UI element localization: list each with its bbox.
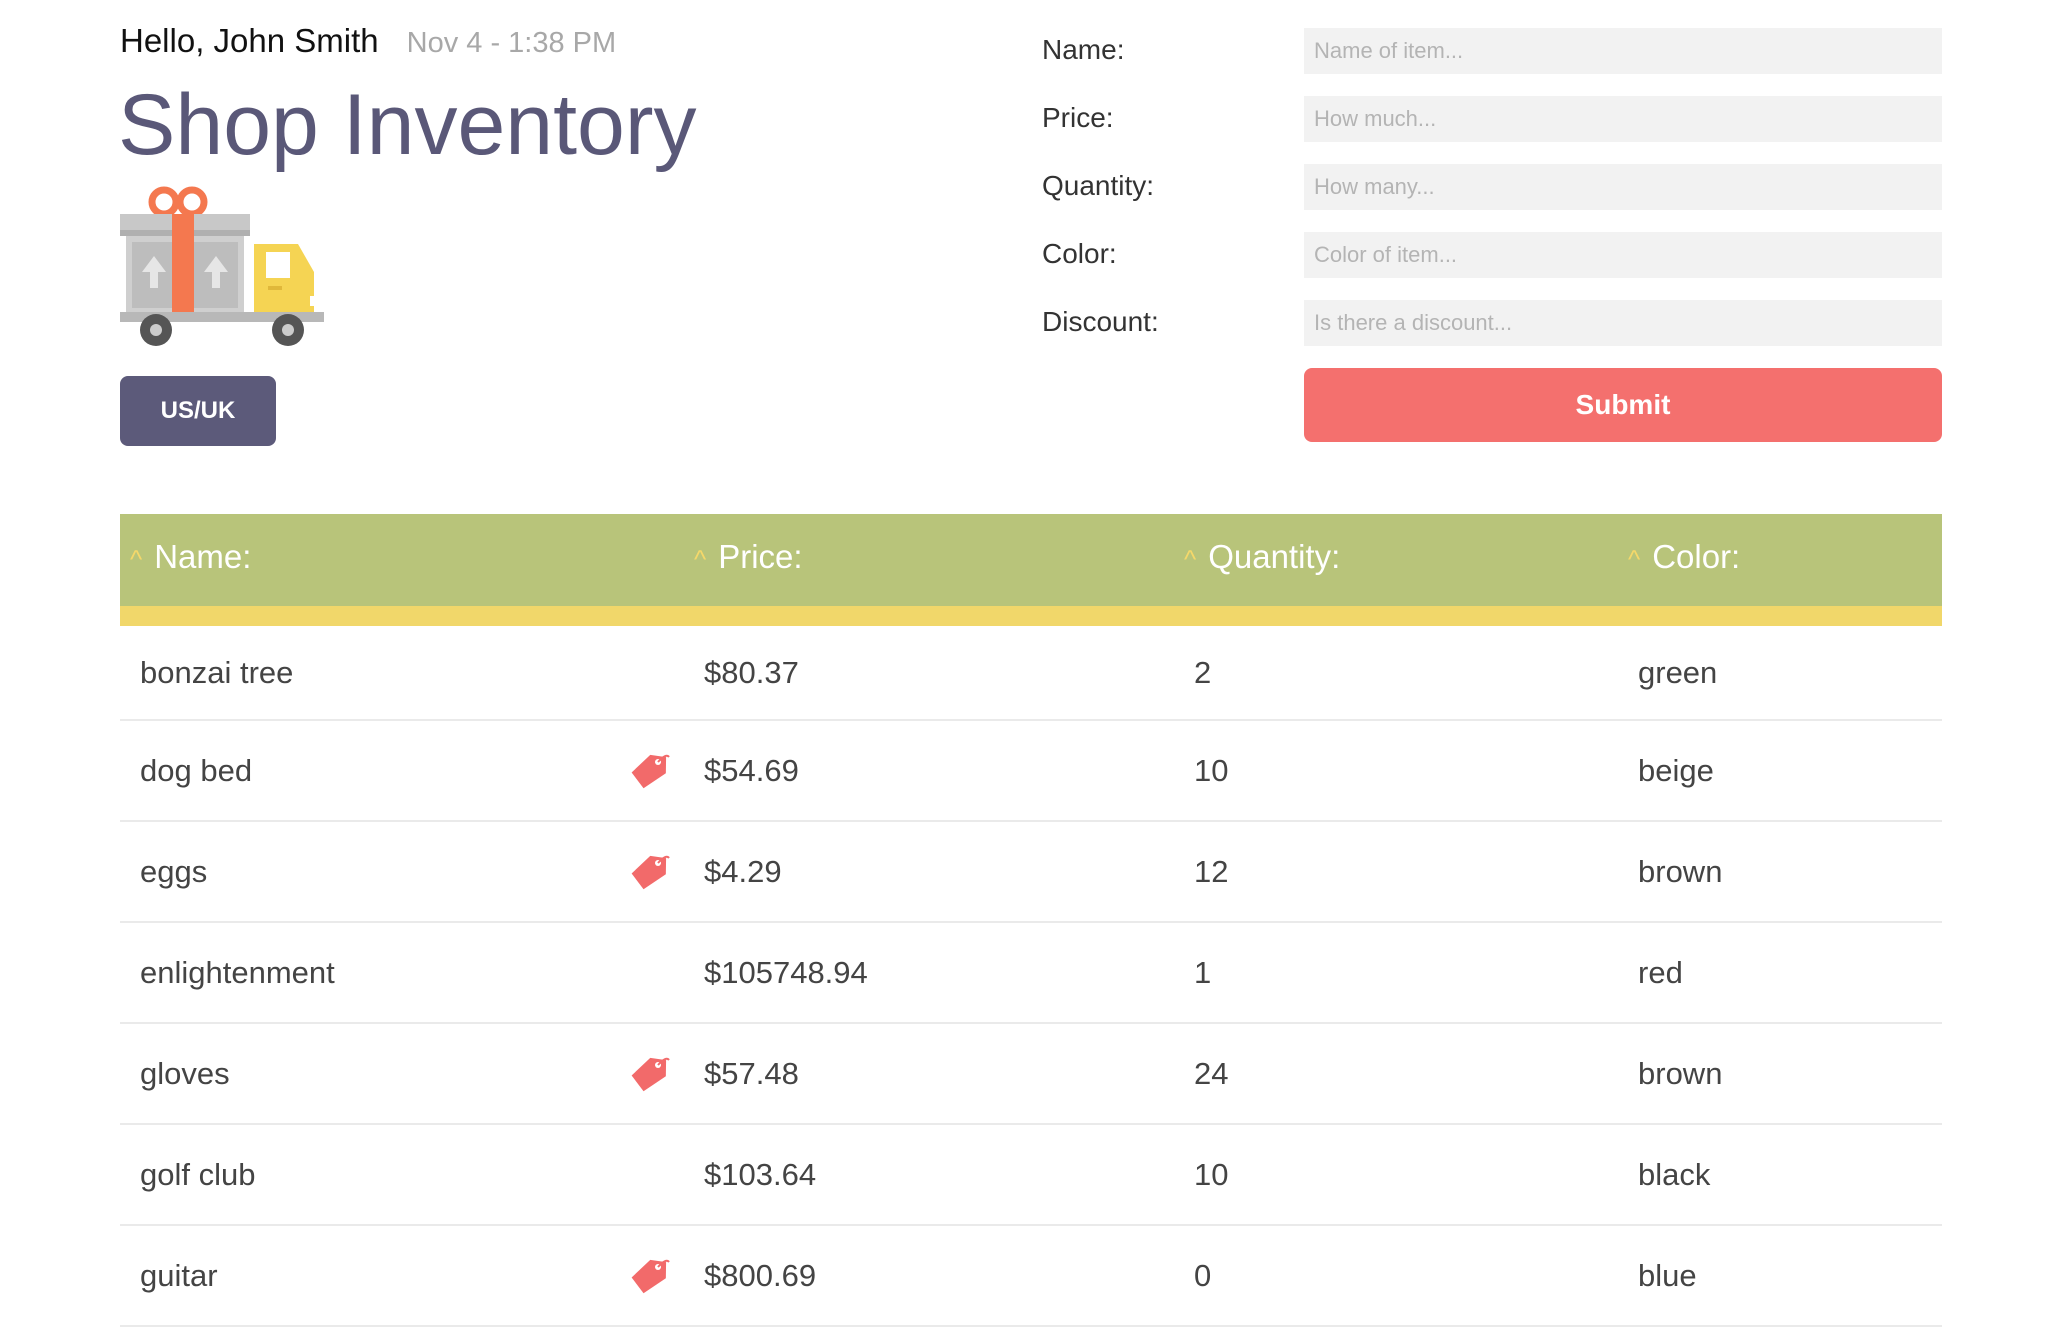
- cell-price: $57.48: [704, 1055, 799, 1091]
- price-tag-icon: [631, 754, 670, 788]
- price-tag-icon: [631, 855, 670, 889]
- discount-label: Discount:: [1042, 306, 1159, 337]
- form-row-discount: Discount:: [1042, 300, 1942, 346]
- form-row-name: Name:: [1042, 28, 1942, 74]
- sort-caret-icon: ^: [130, 544, 143, 574]
- sort-caret-icon: ^: [1628, 544, 1641, 574]
- quantity-label: Quantity:: [1042, 170, 1155, 201]
- cell-name: gloves: [140, 1055, 230, 1091]
- user-greeting: Hello, John Smith: [120, 22, 379, 59]
- locale-toggle-button[interactable]: US/UK: [120, 376, 276, 446]
- shop-inventory-page: Hello, John Smith Nov 4 - 1:38 PM Shop I…: [0, 0, 2062, 1344]
- column-header-label: Name:: [154, 538, 252, 575]
- table-row: guitar $800.69 0 blue: [120, 1226, 1942, 1327]
- price-tag-icon: [631, 1057, 670, 1091]
- cell-price: $80.37: [704, 654, 799, 690]
- submit-button[interactable]: Submit: [1304, 368, 1942, 442]
- cell-quantity: 10: [1194, 1156, 1229, 1192]
- cell-name: dog bed: [140, 752, 253, 788]
- cell-quantity: 1: [1194, 954, 1212, 990]
- cell-price: $103.64: [704, 1156, 817, 1192]
- greeting-row: Hello, John Smith Nov 4 - 1:38 PM: [120, 22, 616, 60]
- table-row: enlightenment $105748.94 1 red: [120, 923, 1942, 1024]
- cell-color: brown: [1638, 853, 1723, 889]
- cell-color: red: [1638, 954, 1683, 990]
- cell-quantity: 2: [1194, 654, 1212, 690]
- cell-quantity: 12: [1194, 853, 1229, 889]
- color-label: Color:: [1042, 238, 1117, 269]
- form-row-price: Price:: [1042, 96, 1942, 142]
- form-row-quantity: Quantity:: [1042, 164, 1942, 210]
- table-body: bonzai tree $80.37 2 green dog bed $54.6…: [120, 626, 1942, 1327]
- name-label: Name:: [1042, 34, 1125, 65]
- delivery-truck-gift-icon: [120, 186, 324, 346]
- price-input[interactable]: [1304, 96, 1942, 142]
- cell-price: $105748.94: [704, 954, 868, 990]
- quantity-input[interactable]: [1304, 164, 1942, 210]
- cell-price: $54.69: [704, 752, 799, 788]
- cell-color: black: [1638, 1156, 1711, 1192]
- cell-color: brown: [1638, 1055, 1723, 1091]
- column-header-name[interactable]: ^ Name:: [130, 538, 251, 576]
- price-label: Price:: [1042, 102, 1114, 133]
- column-header-price[interactable]: ^ Price:: [694, 538, 803, 576]
- cell-name: enlightenment: [140, 954, 335, 990]
- table-row: golf club $103.64 10 black: [120, 1125, 1942, 1226]
- discount-input[interactable]: [1304, 300, 1942, 346]
- price-tag-icon: [631, 1259, 670, 1293]
- cell-quantity: 24: [1194, 1055, 1229, 1091]
- cell-name: guitar: [140, 1257, 218, 1293]
- column-header-label: Quantity:: [1208, 538, 1341, 575]
- table-row: dog bed $54.69 10 beige: [120, 721, 1942, 822]
- column-header-label: Color:: [1652, 538, 1741, 575]
- current-timestamp: Nov 4 - 1:38 PM: [406, 27, 617, 59]
- cell-color: beige: [1638, 752, 1714, 788]
- form-row-color: Color:: [1042, 232, 1942, 278]
- cell-quantity: 10: [1194, 752, 1229, 788]
- table-row: eggs $4.29 12 brown: [120, 822, 1942, 923]
- table-header: ^ Name: ^ Price: ^ Quantity: ^ Color:: [120, 514, 1942, 626]
- column-header-label: Price:: [718, 538, 803, 575]
- table-row: gloves $57.48 24 brown: [120, 1024, 1942, 1125]
- inventory-table: ^ Name: ^ Price: ^ Quantity: ^ Color: bo…: [120, 514, 1942, 1327]
- name-input[interactable]: [1304, 28, 1942, 74]
- cell-color: blue: [1638, 1257, 1697, 1293]
- column-header-quantity[interactable]: ^ Quantity:: [1184, 538, 1340, 576]
- cell-color: green: [1638, 654, 1718, 690]
- color-input[interactable]: [1304, 232, 1942, 278]
- cell-name: eggs: [140, 853, 208, 889]
- column-header-color[interactable]: ^ Color:: [1628, 538, 1740, 576]
- cell-name: golf club: [140, 1156, 256, 1192]
- cell-name: bonzai tree: [140, 654, 294, 690]
- sort-caret-icon: ^: [1184, 544, 1197, 574]
- cell-price: $4.29: [704, 853, 782, 889]
- page-title: Shop Inventory: [118, 77, 697, 173]
- cell-price: $800.69: [704, 1257, 817, 1293]
- table-row: bonzai tree $80.37 2 green: [120, 626, 1942, 721]
- cell-quantity: 0: [1194, 1257, 1212, 1293]
- sort-caret-icon: ^: [694, 544, 707, 574]
